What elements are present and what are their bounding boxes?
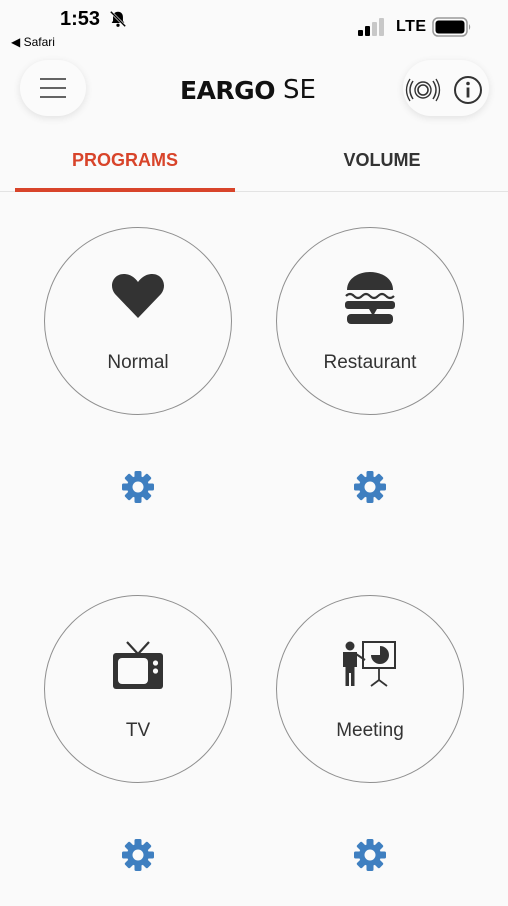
program-label: TV <box>125 720 151 741</box>
signal-icon <box>358 18 384 36</box>
restaurant-settings-gear-icon[interactable] <box>353 470 387 504</box>
info-icon[interactable] <box>452 74 484 106</box>
hamburger-icon <box>40 78 66 98</box>
hearing-aid-status-icon[interactable] <box>404 74 442 106</box>
normal-settings-gear-icon[interactable] <box>121 470 155 504</box>
app-header: EARGO SE <box>0 60 508 120</box>
tab-bar: PROGRAMS VOLUME <box>0 140 508 192</box>
status-time: 1:53 <box>60 8 101 30</box>
logo-wordmark: EARGO <box>180 75 275 105</box>
back-to-safari[interactable]: ◀ Safari <box>11 35 55 49</box>
battery-icon <box>432 17 471 37</box>
program-label: Restaurant <box>323 352 417 373</box>
program-label: Meeting <box>336 720 404 741</box>
tab-volume[interactable]: VOLUME <box>272 140 492 190</box>
program-tv-button[interactable]: TV <box>44 595 232 783</box>
meeting-settings-gear-icon[interactable] <box>353 838 387 872</box>
tv-settings-gear-icon[interactable] <box>121 838 155 872</box>
logo-model: SE <box>282 75 316 105</box>
tab-programs[interactable]: PROGRAMS <box>15 140 235 192</box>
presentation-icon <box>343 641 396 687</box>
program-restaurant-button[interactable]: Restaurant <box>276 227 464 415</box>
bell-muted-icon <box>109 10 127 28</box>
carrier-label: LTE <box>396 18 427 35</box>
eargo-logo: EARGO SE <box>180 75 330 105</box>
status-bar: 1:53 ◀ Safari LTE <box>0 0 508 54</box>
burger-icon <box>345 272 395 324</box>
tv-icon <box>113 641 163 689</box>
program-label: Normal <box>107 352 169 373</box>
program-normal-button[interactable]: Normal <box>44 227 232 415</box>
heart-icon <box>111 273 165 318</box>
program-meeting-button[interactable]: Meeting <box>276 595 464 783</box>
menu-button[interactable] <box>20 60 86 116</box>
